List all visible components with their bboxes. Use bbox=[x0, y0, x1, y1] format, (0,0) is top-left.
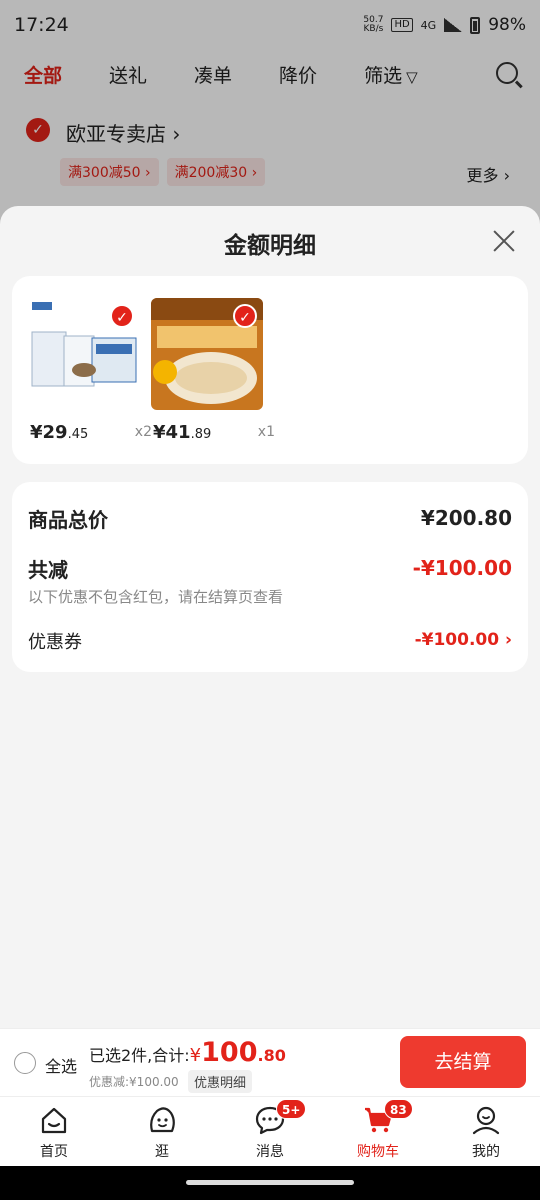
system-nav-bar bbox=[0, 1166, 540, 1200]
checkout-button[interactable]: 去结算 bbox=[400, 1036, 526, 1088]
amount-detail-sheet: 金额明细 ✓ ¥29.45 x2 ✓ ¥41.89 x1 商品总价 ¥200.8… bbox=[0, 206, 540, 1028]
tab-messages[interactable]: 5+ 消息 bbox=[216, 1097, 324, 1166]
tab-label: 我的 bbox=[472, 1144, 500, 1160]
profile-icon bbox=[472, 1106, 500, 1135]
home-indicator[interactable] bbox=[186, 1180, 354, 1185]
reduction-label: 共减 bbox=[28, 558, 68, 582]
product-price: ¥29.45 bbox=[30, 422, 89, 443]
message-badge: 5+ bbox=[276, 1099, 307, 1119]
browse-icon bbox=[150, 1107, 175, 1133]
product-quantity: x1 bbox=[257, 424, 275, 440]
checkout-bar: 全选 已选2件,合计:¥100.80 优惠减:¥100.00 优惠明细 去结算 bbox=[0, 1028, 540, 1096]
product-checkbox-icon: ✓ bbox=[233, 304, 257, 328]
select-all-radio[interactable] bbox=[14, 1052, 36, 1074]
product-quantity: x2 bbox=[134, 424, 152, 440]
coupon-value[interactable]: -¥100.00 › bbox=[415, 630, 512, 650]
close-icon[interactable] bbox=[492, 229, 516, 253]
summary-card: 商品总价 ¥200.80 共减 -¥100.00 以下优惠不包含红包，请在结算页… bbox=[12, 482, 528, 672]
tab-profile[interactable]: 我的 bbox=[432, 1097, 540, 1166]
product-image: ✓ bbox=[28, 298, 140, 410]
tab-label: 消息 bbox=[256, 1144, 284, 1160]
discount-line: 优惠减:¥100.00 bbox=[89, 1075, 179, 1089]
reduction-note: 以下优惠不包含红包，请在结算页查看 bbox=[28, 588, 284, 606]
products-card: ✓ ¥29.45 x2 ✓ ¥41.89 x1 bbox=[12, 276, 528, 464]
tab-browse[interactable]: 逛 bbox=[108, 1097, 216, 1166]
discount-details-button[interactable]: 优惠明细 bbox=[188, 1070, 253, 1093]
tab-label: 首页 bbox=[40, 1144, 68, 1160]
home-icon bbox=[41, 1107, 67, 1134]
cart-badge: 83 bbox=[384, 1099, 413, 1119]
coupon-label: 优惠券 bbox=[28, 632, 82, 653]
tab-cart[interactable]: 83 购物车 bbox=[324, 1097, 432, 1166]
total-price-label: 商品总价 bbox=[28, 508, 108, 532]
product-image: ✓ bbox=[151, 298, 263, 410]
product-checkbox-icon: ✓ bbox=[110, 304, 134, 328]
product-price: ¥41.89 bbox=[153, 422, 212, 443]
tab-bar: 首页 逛 5+ 消息 83 购物车 我的 bbox=[0, 1096, 540, 1166]
tab-label: 购物车 bbox=[357, 1144, 399, 1160]
total-price-value: ¥200.80 bbox=[420, 506, 512, 530]
tab-label: 逛 bbox=[155, 1144, 169, 1160]
sheet-title: 金额明细 bbox=[224, 233, 316, 259]
total-line: 已选2件,合计:¥100.80 bbox=[89, 1037, 286, 1068]
select-all-label[interactable]: 全选 bbox=[45, 1053, 77, 1077]
reduction-value: -¥100.00 bbox=[412, 556, 512, 580]
tab-home[interactable]: 首页 bbox=[0, 1097, 108, 1166]
